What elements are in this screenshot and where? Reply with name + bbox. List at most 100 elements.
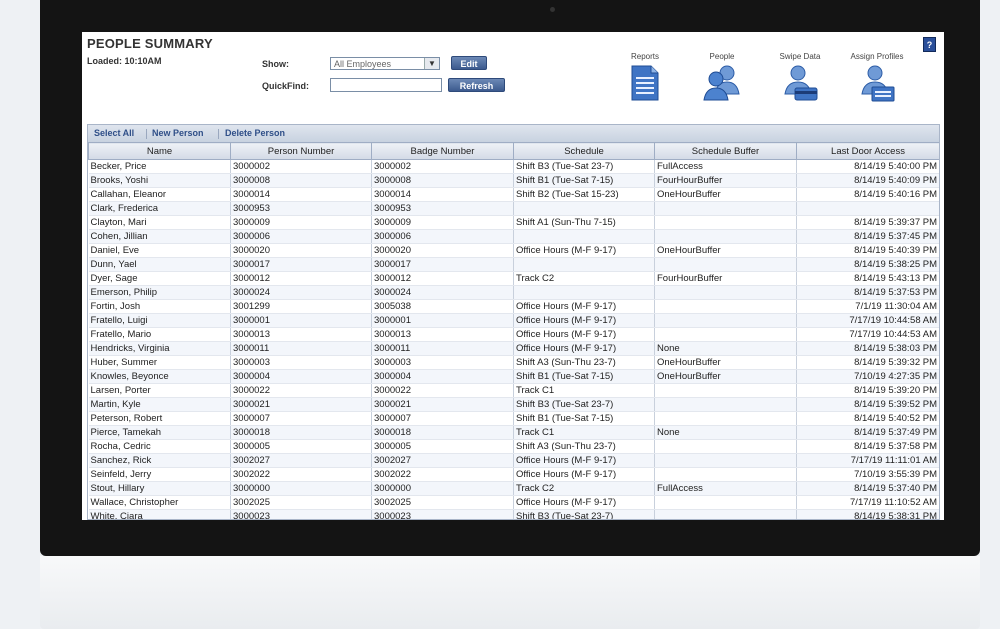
table-cell: 3002025 [230, 495, 372, 510]
table-row[interactable]: Hendricks, Virginia 3000011 3000011 Office … [88, 341, 939, 356]
nav-reports[interactable]: Reports [615, 52, 675, 102]
table-cell: 3000023 [230, 509, 372, 519]
table-row[interactable]: Fortin, Josh 3001299 3005038 Office Hours (… [88, 299, 939, 314]
table-cell: 3000020 [371, 243, 514, 258]
help-icon[interactable]: ? [923, 37, 936, 52]
table-cell: 8/14/19 5:39:20 PM [796, 383, 939, 398]
table-cell: Clark, Frederica [88, 201, 231, 216]
table-cell: Sanchez, Rick [88, 453, 231, 468]
table-row[interactable]: Daniel, Eve 3000020 3000020 Office Hours (M… [88, 243, 939, 258]
table-cell: 3000023 [371, 509, 514, 519]
table-row[interactable]: Stout, Hillary 3000000 3000000 Track C2 Full… [88, 481, 939, 496]
table-cell: 8/14/19 5:37:53 PM [796, 285, 939, 300]
column-header[interactable]: Schedule [513, 142, 655, 160]
table-row[interactable]: Pierce, Tamekah 3000018 3000018 Track C1 Non… [88, 425, 939, 440]
table-cell [513, 285, 655, 300]
table-cell: 8/14/19 5:39:37 PM [796, 215, 939, 230]
table-row[interactable]: Callahan, Eleanor 3000014 3000014 Shift B2 … [88, 187, 939, 202]
table-cell [513, 229, 655, 244]
table-cell: 3000003 [371, 355, 514, 370]
table-cell: 3002025 [371, 495, 514, 510]
table-cell: Callahan, Eleanor [88, 187, 231, 202]
delete-person-link[interactable]: Delete Person [225, 128, 285, 138]
table-cell: Stout, Hillary [88, 481, 231, 496]
table-row[interactable]: Seinfeld, Jerry 3002022 3002022 Office Hour… [88, 467, 939, 482]
people-table: Name Person Number Badge Number Schedule Sch… [88, 142, 939, 519]
table-cell: 3000021 [230, 397, 372, 412]
table-cell: 3000008 [230, 173, 372, 188]
table-cell: Brooks, Yoshi [88, 173, 231, 188]
table-cell: Shift A1 (Sun-Thu 7-15) [513, 215, 655, 230]
table-row[interactable]: Larsen, Porter 3000022 3000022 Track C1 8/14… [88, 383, 939, 398]
people-grid: Name Person Number Badge Number Schedule Sch… [87, 142, 940, 520]
show-select[interactable]: All Employees ▼ [330, 57, 440, 70]
table-cell: Martin, Kyle [88, 397, 231, 412]
table-cell: Shift B1 (Tue-Sat 7-15) [513, 411, 655, 426]
table-cell: 8/14/19 5:37:49 PM [796, 425, 939, 440]
table-row[interactable]: Becker, Price 3000002 3000002 Shift B3 (Tue… [88, 159, 939, 174]
table-row[interactable]: Brooks, Yoshi 3000008 3000008 Shift B1 (Tue… [88, 173, 939, 188]
table-cell: 3000004 [371, 369, 514, 384]
nav-assign-profiles-label: Assign Profiles [850, 52, 904, 61]
table-row[interactable]: Huber, Summer 3000003 3000003 Shift A3 (Sun… [88, 355, 939, 370]
table-cell: Office Hours (M-F 9-17) [513, 341, 655, 356]
table-cell: 3000005 [371, 439, 514, 454]
select-all-link[interactable]: Select All [94, 128, 134, 138]
table-cell: Shift B1 (Tue-Sat 7-15) [513, 369, 655, 384]
table-row[interactable]: Rocha, Cedric 3000005 3000005 Shift A3 (Sun… [88, 439, 939, 454]
table-cell: OneHourBuffer [654, 355, 797, 370]
edit-button[interactable]: Edit [451, 56, 487, 70]
table-cell: 7/17/19 11:10:52 AM [796, 495, 939, 510]
chevron-down-icon[interactable]: ▼ [424, 58, 439, 69]
table-row[interactable]: Fratello, Luigi 3000001 3000001 Office Hour… [88, 313, 939, 328]
table-cell [654, 439, 797, 454]
table-row[interactable]: Clark, Frederica 3000953 3000953 [88, 201, 939, 216]
table-row[interactable]: Wallace, Christopher 3002025 3002025 Office… [88, 495, 939, 510]
table-cell: Fratello, Mario [88, 327, 231, 342]
table-row[interactable]: Clayton, Mari 3000009 3000009 Shift A1 (Sun… [88, 215, 939, 230]
column-header[interactable]: Last Door Access [796, 142, 939, 160]
reports-icon [631, 65, 659, 101]
table-row[interactable]: Emerson, Philip 3000024 3000024 8/14/19 5:3… [88, 285, 939, 300]
table-cell [654, 327, 797, 342]
table-row[interactable]: Sanchez, Rick 3002027 3002027 Office Hours … [88, 453, 939, 468]
table-row[interactable]: Martin, Kyle 3000021 3000021 Shift B3 (Tue-… [88, 397, 939, 412]
grid-toolbar: Select All New Person Delete Person [87, 124, 940, 142]
table-cell: None [654, 425, 797, 440]
table-cell: 3000013 [230, 327, 372, 342]
quickfind-input[interactable] [330, 78, 442, 92]
table-row[interactable]: Peterson, Robert 3000007 3000007 Shift B1 (… [88, 411, 939, 426]
table-cell: Track C1 [513, 425, 655, 440]
refresh-button[interactable]: Refresh [448, 78, 505, 92]
table-row[interactable]: Dyer, Sage 3000012 3000012 Track C2 FourHour… [88, 271, 939, 286]
new-person-link[interactable]: New Person [152, 128, 204, 138]
table-cell: OneHourBuffer [654, 187, 797, 202]
column-header[interactable]: Schedule Buffer [654, 142, 797, 160]
nav-swipe-data[interactable]: Swipe Data [770, 52, 830, 102]
table-cell: 3000009 [230, 215, 372, 230]
table-cell: 8/14/19 5:39:52 PM [796, 397, 939, 412]
swipe-data-icon [784, 65, 818, 101]
nav-people[interactable]: People [692, 52, 752, 102]
table-row[interactable]: Knowles, Beyonce 3000004 3000004 Shift B1 (… [88, 369, 939, 384]
table-cell: 3000009 [371, 215, 514, 230]
table-cell [654, 201, 797, 216]
nav-assign-profiles[interactable]: Assign Profiles [847, 52, 907, 102]
table-cell [654, 299, 797, 314]
column-header[interactable]: Name [88, 142, 231, 160]
table-cell: Shift B3 (Tue-Sat 23-7) [513, 509, 655, 519]
table-row[interactable]: Cohen, Jillian 3000006 3000006 8/14/19 5:37… [88, 229, 939, 244]
table-cell: 3000011 [230, 341, 372, 356]
table-cell: 3000001 [371, 313, 514, 328]
table-cell: Fortin, Josh [88, 299, 231, 314]
table-row[interactable]: White, Ciara 3000023 3000023 Shift B3 (Tue-… [88, 509, 939, 519]
column-header[interactable]: Person Number [230, 142, 372, 160]
table-row[interactable]: Dunn, Yael 3000017 3000017 8/14/19 5:38:25 … [88, 257, 939, 272]
table-cell: 3000012 [371, 271, 514, 286]
table-cell: Seinfeld, Jerry [88, 467, 231, 482]
table-cell [654, 397, 797, 412]
table-row[interactable]: Fratello, Mario 3000013 3000013 Office Hour… [88, 327, 939, 342]
table-cell: 3002022 [371, 467, 514, 482]
column-header[interactable]: Badge Number [371, 142, 514, 160]
quickfind-label: QuickFind: [262, 81, 309, 91]
